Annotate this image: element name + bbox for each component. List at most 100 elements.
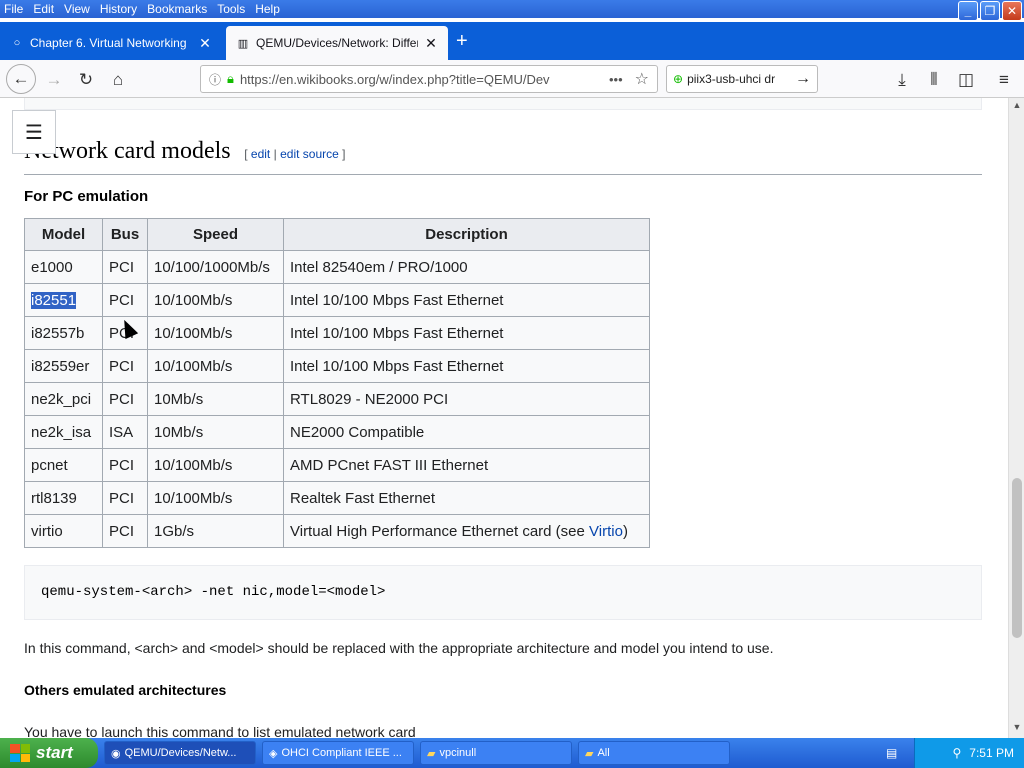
cell-bus: PCI [102, 382, 148, 416]
cell-model: pcnet [24, 448, 103, 482]
cell-model: ne2k_isa [24, 415, 103, 449]
virtio-link[interactable]: Virtio [589, 523, 623, 540]
scroll-down-icon[interactable]: ▼ [1011, 722, 1023, 736]
taskbar-item-vpcinull[interactable]: ▰ vpcinull [420, 741, 572, 765]
selected-text[interactable]: i82551 [31, 291, 77, 309]
header-speed: Speed [147, 218, 284, 251]
cell-speed: 10Mb/s [147, 382, 284, 416]
info-icon[interactable]: ⓘ [209, 71, 221, 88]
tab-title: QEMU/Devices/Network: Differen [256, 36, 418, 50]
url-text[interactable]: https://en.wikibooks.org/w/index.php?tit… [240, 72, 609, 87]
folder-icon: ▰ [427, 747, 436, 760]
firefox-icon: ◉ [111, 747, 121, 760]
sidebar-icon[interactable]: ◫ [952, 66, 980, 94]
url-bar[interactable]: ⓘ 🔒︎ https://en.wikibooks.org/w/index.ph… [200, 65, 658, 93]
app-icon: ◈ [269, 747, 278, 760]
menu-tools[interactable]: Tools [217, 2, 245, 16]
cell-model: i82551 [24, 283, 103, 317]
edit-source-link[interactable]: edit source [280, 147, 339, 161]
cell-description: Intel 82540em / PRO/1000 [283, 250, 650, 284]
section-heading: Network card models [ edit | edit source… [24, 138, 982, 175]
tray-network-icon[interactable]: ⚲ [953, 746, 962, 760]
cell-bus: PCI [102, 514, 148, 548]
download-icon[interactable]: ⤓ [888, 66, 916, 94]
new-tab-icon[interactable]: + [456, 30, 468, 53]
forward-arrow-icon[interactable]: → [40, 66, 68, 94]
edit-links: [ edit | edit source ] [244, 147, 346, 161]
table-row: ne2k_isa ISA 10Mb/s NE2000 Compatible [24, 415, 650, 449]
cell-model: virtio [24, 514, 103, 548]
lock-icon: 🔒︎ [227, 71, 234, 86]
close-window-button[interactable]: ✕ [1002, 1, 1022, 21]
keyboard-icon[interactable]: ▤ [886, 746, 897, 760]
paragraph: In this command, <arch> and <model> shou… [24, 640, 774, 656]
window-controls: _ ❐ ✕ [958, 1, 1022, 21]
cell-bus: ISA [102, 415, 148, 449]
subheading-others: Others emulated architectures [24, 682, 227, 698]
table-row: e1000 PCI 10/100/1000Mb/s Intel 82540em … [24, 250, 650, 284]
cell-speed: 10Mb/s [147, 415, 284, 449]
table-header-row: Model Bus Speed Description [24, 218, 650, 251]
cell-speed: 10/100Mb/s [147, 448, 284, 482]
taskbar: start ◉ QEMU/Devices/Netw... ◈ OHCI Compli… [0, 738, 1024, 768]
menu-view[interactable]: View [64, 2, 90, 16]
cell-bus: PCI [102, 481, 148, 515]
cell-model: rtl8139 [24, 481, 103, 515]
hamburger-menu-icon[interactable]: ≡ [990, 66, 1018, 94]
cell-speed: 10/100Mb/s [147, 481, 284, 515]
toc-list-icon[interactable]: ☰ [12, 110, 56, 154]
cell-bus: PCI [102, 250, 148, 284]
menu-edit[interactable]: Edit [33, 2, 54, 16]
search-bar[interactable]: ⊕ piix3-usb-uhci dr → [666, 65, 818, 93]
taskbar-item-all[interactable]: ▰ All [578, 741, 730, 765]
taskbar-item-firefox[interactable]: ◉ QEMU/Devices/Netw... [104, 741, 256, 765]
table-row: i82551 PCI 10/100Mb/s Intel 10/100 Mbps … [24, 283, 650, 317]
system-tray: ⚲ 7:51 PM [914, 738, 1024, 768]
network-card-table: Model Bus Speed Description e1000 PCI 10… [24, 218, 650, 548]
cell-model: ne2k_pci [24, 382, 103, 416]
page-actions-icon[interactable]: ••• [609, 72, 623, 87]
subheading-pc-emulation: For PC emulation [24, 188, 149, 205]
cell-description: Intel 10/100 Mbps Fast Ethernet [283, 349, 650, 383]
search-icon: ⊕ [673, 72, 684, 86]
tab-chapter6[interactable]: ○ Chapter 6. Virtual Networking ✕ [0, 26, 222, 60]
close-tab-icon[interactable]: ✕ [424, 35, 438, 52]
edit-link[interactable]: edit [251, 147, 270, 161]
back-arrow-icon[interactable]: ← [6, 64, 36, 94]
menu-help[interactable]: Help [255, 2, 280, 16]
code-block: qemu-system-<arch> -net nic,model=<model… [24, 565, 982, 620]
folder-icon: ▰ [585, 747, 594, 760]
header-model: Model [24, 218, 103, 251]
header-description: Description [283, 218, 650, 251]
vertical-scrollbar[interactable]: ▲ ▼ [1008, 98, 1024, 738]
bookmark-star-icon[interactable]: ☆ [635, 69, 649, 89]
scrollbar-thumb[interactable] [1012, 478, 1022, 638]
cell-description: Realtek Fast Ethernet [283, 481, 650, 515]
table-row: ne2k_pci PCI 10Mb/s RTL8029 - NE2000 PCI [24, 382, 650, 416]
restore-button[interactable]: ❐ [980, 1, 1000, 21]
taskbar-item-ohci[interactable]: ◈ OHCI Compliant IEEE ... [262, 741, 414, 765]
tab-qemu-network[interactable]: ▥ QEMU/Devices/Network: Differen ✕ [226, 26, 448, 60]
library-icon[interactable]: ⫴ [920, 66, 948, 94]
close-tab-icon[interactable]: ✕ [198, 35, 212, 52]
menu-history[interactable]: History [100, 2, 137, 16]
table-row: pcnet PCI 10/100Mb/s AMD PCnet FAST III … [24, 448, 650, 482]
scroll-up-icon[interactable]: ▲ [1011, 100, 1023, 114]
minimize-button[interactable]: _ [958, 1, 978, 21]
cell-description: Virtual High Performance Ethernet card (… [283, 514, 650, 548]
menu-bookmarks[interactable]: Bookmarks [147, 2, 207, 16]
table-row: virtio PCI 1Gb/s Virtual High Performanc… [24, 514, 650, 548]
cell-bus: PCI [102, 283, 148, 317]
tab-title: Chapter 6. Virtual Networking [30, 36, 187, 50]
cell-speed: 10/100Mb/s [147, 283, 284, 317]
search-go-arrow-icon[interactable]: → [795, 70, 811, 88]
cell-model: i82559er [24, 349, 103, 383]
cell-bus: PCI [102, 349, 148, 383]
menu-file[interactable]: File [4, 2, 23, 16]
start-button[interactable]: start [0, 738, 98, 768]
home-icon[interactable]: ⌂ [104, 66, 132, 94]
cell-speed: 10/100/1000Mb/s [147, 250, 284, 284]
reload-icon[interactable]: ↻ [72, 66, 100, 94]
cell-description: Intel 10/100 Mbps Fast Ethernet [283, 316, 650, 350]
search-input[interactable]: piix3-usb-uhci dr [687, 72, 795, 86]
